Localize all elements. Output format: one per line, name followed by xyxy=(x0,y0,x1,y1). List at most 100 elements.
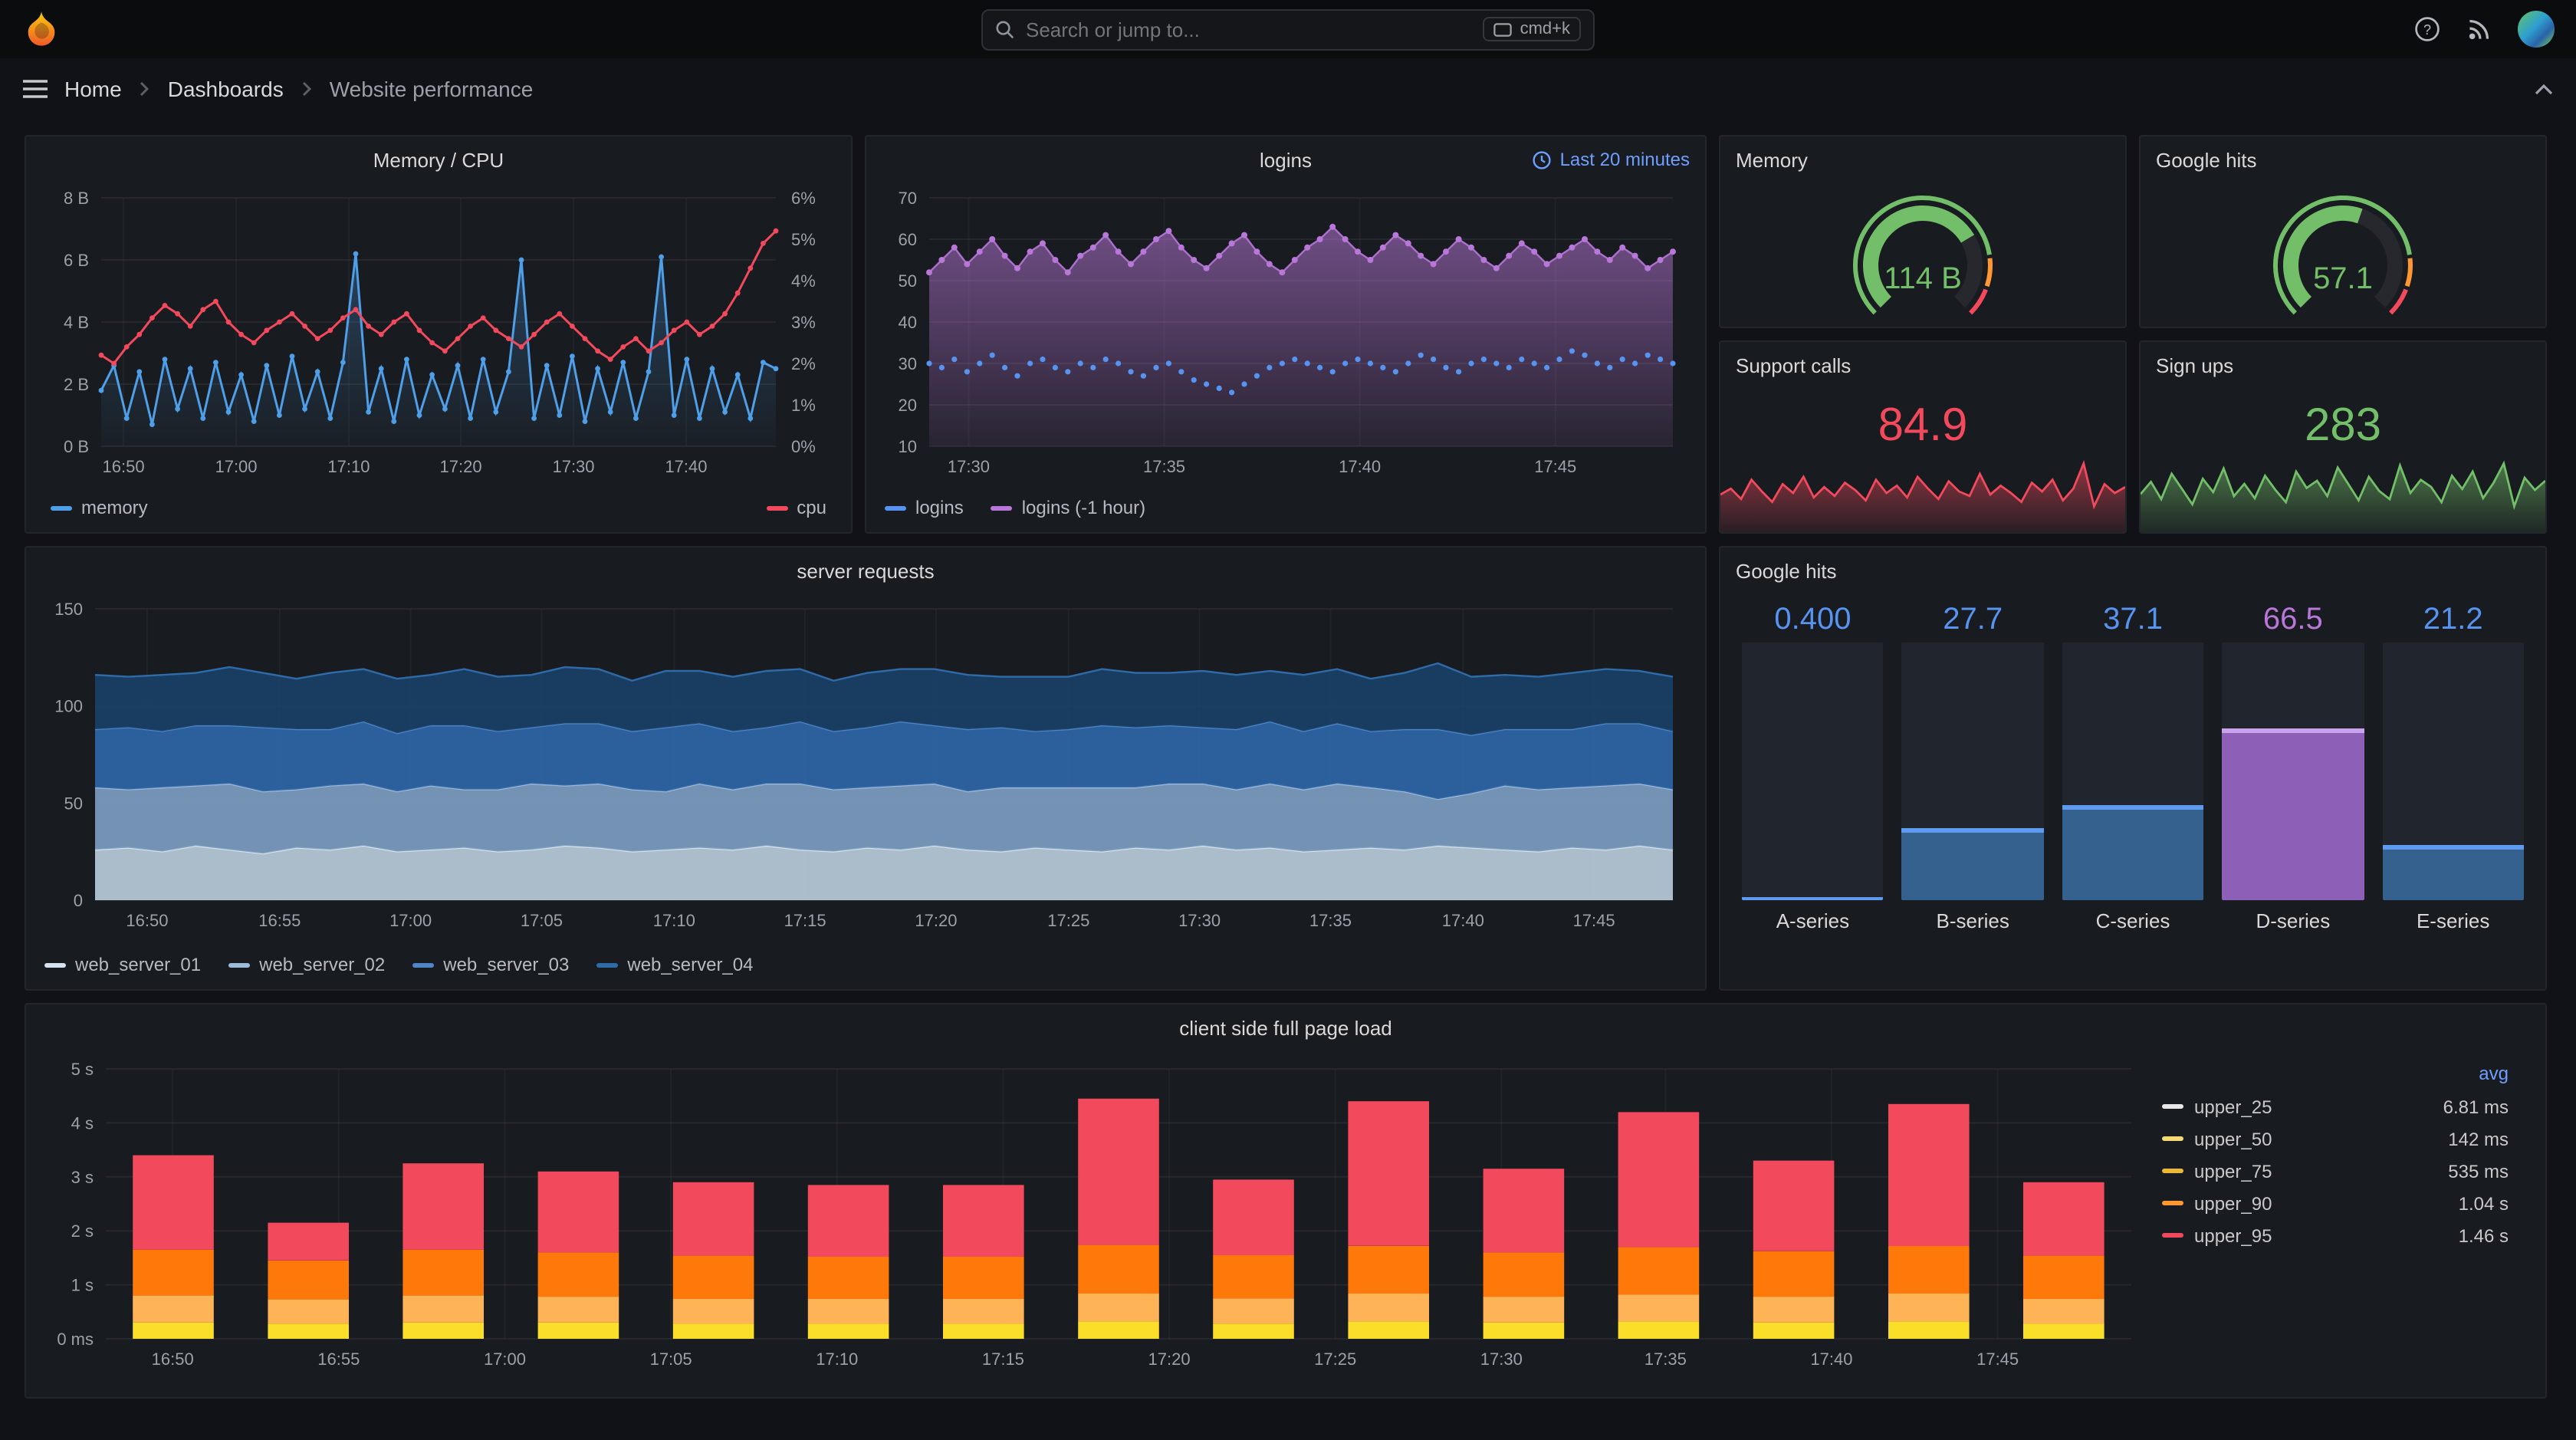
help-icon[interactable]: ? xyxy=(2413,15,2441,43)
legend-item-logins[interactable]: logins xyxy=(885,497,964,518)
legend-item-upper_25[interactable]: upper_25 6.81 ms xyxy=(2162,1090,2509,1123)
legend-value: 142 ms xyxy=(2448,1128,2509,1149)
svg-text:17:10: 17:10 xyxy=(653,911,695,930)
svg-text:17:35: 17:35 xyxy=(1143,457,1185,476)
panel-server-requests: server requests 0 50 100 150 16:50 16:55 17:00… xyxy=(25,546,1707,991)
panel-title[interactable]: client side full page load xyxy=(1179,1016,1392,1039)
legend-item-web-server-03[interactable]: web_server_03 xyxy=(412,954,569,975)
bar-gauge-b-series[interactable]: 27.7 B-series xyxy=(1901,597,2044,943)
panel-title[interactable]: Memory / CPU xyxy=(373,148,504,171)
svg-text:17:25: 17:25 xyxy=(1314,1350,1356,1369)
bar-gauge-fill xyxy=(1742,896,1884,900)
search-shortcut-badge: cmd+k xyxy=(1483,17,1581,41)
panel-title[interactable]: Sign ups xyxy=(2156,353,2233,376)
panel-title[interactable]: server requests xyxy=(797,559,934,582)
breadcrumb-home[interactable]: Home xyxy=(64,77,122,101)
legend-swatch xyxy=(885,505,906,510)
panel-memory-gauge: Memory 114 B xyxy=(1719,135,2127,328)
google-hits-gauge-chart[interactable] xyxy=(2213,182,2473,324)
legend-item-upper_95[interactable]: upper_95 1.46 s xyxy=(2162,1219,2509,1251)
legend-item-logins-1-hour-[interactable]: logins (-1 hour) xyxy=(991,497,1145,518)
legend-swatch xyxy=(412,962,435,967)
panel-title[interactable]: Google hits xyxy=(2156,148,2257,171)
time-range-link[interactable]: Last 20 minutes xyxy=(1533,136,1690,182)
chevron-right-icon xyxy=(299,81,314,97)
sign-ups-sparkline[interactable] xyxy=(2141,452,2545,532)
logins-chart[interactable]: 10 20 30 40 50 60 70 17:30 17:35 17:40 17:45 xyxy=(877,182,1694,489)
page-load-chart[interactable]: 0 ms 1 s 2 s 3 s 4 s 5 s 16:50 16:55 17:00 17:05 1… xyxy=(35,1050,2150,1385)
server-requests-chart[interactable]: 0 50 100 150 16:50 16:55 17:00 17:05 17:10 17:15 1… xyxy=(37,593,1694,946)
legend-item-upper_90[interactable]: upper_90 1.04 s xyxy=(2162,1187,2509,1219)
support-calls-sparkline[interactable] xyxy=(1720,452,2125,532)
legend-value: 535 ms xyxy=(2448,1160,2509,1182)
bar-gauge-cap xyxy=(2062,804,2204,810)
svg-text:17:30: 17:30 xyxy=(552,457,594,476)
svg-text:17:00: 17:00 xyxy=(215,457,257,476)
svg-text:17:35: 17:35 xyxy=(1644,1350,1687,1369)
collapse-chevron-up-icon[interactable] xyxy=(2533,81,2555,97)
user-avatar[interactable] xyxy=(2518,11,2555,48)
svg-text:17:15: 17:15 xyxy=(982,1350,1024,1369)
memory-gauge-chart[interactable] xyxy=(1792,182,2053,324)
breadcrumb-current-page: Website performance xyxy=(329,77,534,101)
legend-item-web-server-01[interactable]: web_server_01 xyxy=(44,954,201,975)
svg-text:1%: 1% xyxy=(791,396,816,415)
panel-title[interactable]: Google hits xyxy=(1736,559,1837,582)
stat-value: 84.9 xyxy=(1878,400,1968,451)
legend-label: web_server_02 xyxy=(259,954,386,975)
panel-title[interactable]: Support calls xyxy=(1736,353,1851,376)
search-input[interactable]: cmd+k xyxy=(981,8,1595,50)
svg-text:17:45: 17:45 xyxy=(1534,457,1576,476)
legend-item-upper_75[interactable]: upper_75 535 ms xyxy=(2162,1155,2509,1187)
search-field[interactable] xyxy=(1026,18,1473,41)
legend-swatch xyxy=(44,962,66,967)
bar-gauge-e-series[interactable]: 21.2 E-series xyxy=(2382,597,2525,943)
bar-gauge-cap xyxy=(2222,728,2364,734)
stat-column-1: Memory 114 B Support calls 84.9 xyxy=(1719,135,2127,534)
grafana-logo[interactable] xyxy=(21,9,61,49)
gauge-value: 114 B xyxy=(1884,262,1962,296)
bar-gauge-a-series[interactable]: 0.400 A-series xyxy=(1742,597,1884,943)
bar-gauge-track xyxy=(1742,643,1884,900)
svg-text:2%: 2% xyxy=(791,354,816,373)
svg-text:16:55: 16:55 xyxy=(258,911,301,930)
dashboard-row-1: Memory / CPU 0 B 2 B 4 B 6 B 8 B 16:50 17:00 17… xyxy=(25,135,2551,534)
legend-label: logins xyxy=(915,497,964,518)
bar-gauge-d-series[interactable]: 66.5 D-series xyxy=(2222,597,2364,943)
svg-text:?: ? xyxy=(2423,22,2431,38)
legend-label: upper_75 xyxy=(2194,1160,2272,1182)
panel-page-load: client side full page load 0 ms 1 s 2 s 3 s… xyxy=(25,1003,2547,1399)
bar-gauge-fill xyxy=(2222,728,2364,900)
bar-gauge-c-series[interactable]: 37.1 C-series xyxy=(2062,597,2204,943)
legend-label: web_server_03 xyxy=(443,954,570,975)
top-navbar: cmd+k ? xyxy=(0,0,2576,58)
svg-text:8 B: 8 B xyxy=(64,189,89,208)
legend-item-memory[interactable]: memory xyxy=(51,497,148,518)
svg-text:6%: 6% xyxy=(791,189,816,208)
svg-text:2 B: 2 B xyxy=(64,375,89,394)
bar-gauge-fill xyxy=(2062,804,2204,900)
svg-text:50: 50 xyxy=(64,794,83,813)
menu-hamburger-icon[interactable] xyxy=(21,78,49,100)
legend-label: upper_90 xyxy=(2194,1192,2272,1214)
legend-item-upper_50[interactable]: upper_50 142 ms xyxy=(2162,1123,2509,1155)
svg-text:17:40: 17:40 xyxy=(665,457,707,476)
legend-value: 1.46 s xyxy=(2458,1225,2509,1246)
page-load-content: 0 ms 1 s 2 s 3 s 4 s 5 s 16:50 16:55 17:00 17:05 1… xyxy=(26,1050,2545,1385)
bar-gauge-value: 0.400 xyxy=(1774,603,1852,636)
panel-title[interactable]: logins xyxy=(1260,148,1312,171)
panel-title[interactable]: Memory xyxy=(1736,148,1808,171)
news-rss-icon[interactable] xyxy=(2466,15,2493,43)
legend-item-web-server-02[interactable]: web_server_02 xyxy=(228,954,385,975)
chart-legend: web_server_01 web_server_02 web_server_03 w… xyxy=(26,946,1705,983)
svg-text:17:45: 17:45 xyxy=(1573,911,1615,930)
svg-text:0 B: 0 B xyxy=(64,437,89,456)
bar-gauge-label: C-series xyxy=(2095,909,2170,932)
svg-text:100: 100 xyxy=(54,697,83,716)
legend-item-cpu[interactable]: cpu xyxy=(766,497,826,518)
memory-cpu-chart[interactable]: 0 B 2 B 4 B 6 B 8 B 16:50 17:00 17:10 17:20 17:30… xyxy=(37,182,840,489)
svg-text:0%: 0% xyxy=(791,437,816,456)
grafana-app: cmd+k ? Home Dashboards Website performa… xyxy=(0,0,2576,1440)
legend-item-web-server-04[interactable]: web_server_04 xyxy=(596,954,754,975)
breadcrumb-dashboards[interactable]: Dashboards xyxy=(168,77,284,101)
